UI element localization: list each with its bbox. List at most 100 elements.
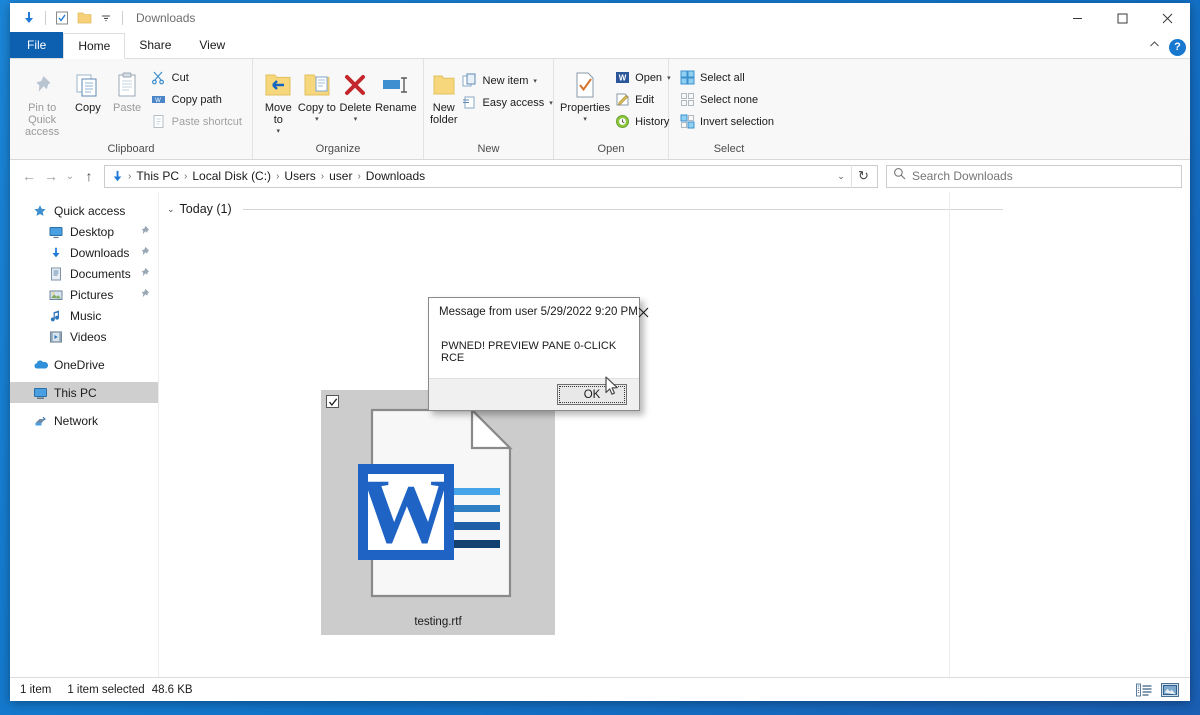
help-button[interactable]: ?	[1169, 39, 1186, 56]
sidebar-item-music[interactable]: Music	[10, 305, 158, 326]
refresh-button[interactable]: ↻	[851, 165, 875, 188]
breadcrumb-item-local-disk[interactable]: Local Disk (C:)	[188, 169, 275, 183]
preview-pane-divider[interactable]	[949, 192, 950, 677]
chevron-down-icon[interactable]	[95, 7, 117, 29]
forward-button[interactable]: →	[40, 165, 62, 187]
group-header-today[interactable]: ⌄ Today (1)	[159, 192, 1190, 216]
sidebar-item-downloads[interactable]: Downloads	[10, 242, 158, 263]
copy-path-button[interactable]: W Copy path	[147, 89, 246, 110]
sidebar-item-videos[interactable]: Videos	[10, 326, 158, 347]
pin-icon[interactable]	[139, 288, 150, 302]
sidebar-label: OneDrive	[54, 358, 105, 372]
dialog-close-button[interactable]	[638, 301, 649, 323]
invert-selection-button[interactable]: Invert selection	[675, 111, 778, 132]
move-to-button[interactable]: Move to ▾	[259, 64, 298, 138]
search-box[interactable]: Search Downloads	[886, 165, 1182, 188]
maximize-button[interactable]	[1100, 3, 1145, 33]
close-button[interactable]	[1145, 3, 1190, 33]
sidebar-label: Desktop	[70, 225, 114, 239]
new-item-button[interactable]: New item ▾	[458, 70, 557, 91]
tab-share[interactable]: Share	[125, 32, 185, 58]
details-view-icon[interactable]	[1134, 681, 1154, 699]
chevron-down-icon[interactable]: ▾	[549, 99, 553, 107]
svg-text:W: W	[618, 74, 626, 83]
collapse-ribbon-icon[interactable]	[1148, 38, 1161, 56]
rename-button[interactable]: Rename	[375, 64, 417, 114]
properties-check-icon[interactable]	[51, 7, 73, 29]
new-folder-icon[interactable]	[73, 7, 95, 29]
sidebar-item-documents[interactable]: Documents	[10, 263, 158, 284]
select-small-buttons: Select all Select none Invert selection	[675, 64, 778, 132]
paste-button[interactable]: Paste	[107, 64, 146, 114]
chevron-down-icon[interactable]: ▾	[315, 114, 319, 126]
breadcrumb-item-this-pc[interactable]: This PC	[132, 169, 183, 183]
tab-home[interactable]: Home	[63, 33, 125, 59]
paste-shortcut-button[interactable]: Paste shortcut	[147, 111, 246, 132]
sidebar-label: This PC	[54, 386, 97, 400]
paste-label: Paste	[113, 102, 141, 114]
dialog-message: PWNED! PREVIEW PANE 0-CLICK RCE	[441, 340, 616, 364]
window-controls	[1055, 3, 1190, 33]
breadcrumb-bar[interactable]: › This PC › Local Disk (C:) › Users › us…	[104, 165, 878, 188]
invert-selection-icon	[679, 114, 695, 130]
open-button[interactable]: W Open ▾	[610, 67, 674, 88]
tab-view[interactable]: View	[185, 32, 239, 58]
history-button[interactable]: History	[610, 111, 674, 132]
tab-file[interactable]: File	[10, 32, 63, 58]
new-folder-icon	[431, 68, 457, 102]
up-button[interactable]: ↑	[78, 165, 100, 187]
view-buttons	[1134, 681, 1180, 699]
breadcrumb-item-user[interactable]: user	[325, 169, 356, 183]
recent-locations-button[interactable]: ⌄	[62, 165, 78, 187]
history-label: History	[635, 116, 669, 128]
pictures-icon	[48, 287, 64, 303]
large-icons-view-icon[interactable]	[1160, 681, 1180, 699]
copy-button[interactable]: Copy	[68, 64, 107, 114]
scissors-icon	[151, 70, 167, 86]
pin-icon[interactable]	[139, 225, 150, 239]
pin-icon[interactable]	[139, 246, 150, 260]
back-button[interactable]: ←	[18, 165, 40, 187]
cut-label: Cut	[172, 72, 189, 84]
downloads-arrow-icon[interactable]	[18, 7, 40, 29]
search-input[interactable]: Search Downloads	[912, 169, 1013, 183]
delete-button[interactable]: Delete ▾	[336, 64, 375, 126]
easy-access-button[interactable]: Easy access ▾	[458, 92, 557, 113]
chevron-down-icon[interactable]: ▾	[277, 126, 281, 138]
chevron-down-icon[interactable]: ▾	[583, 114, 587, 126]
sidebar-item-desktop[interactable]: Desktop	[10, 221, 158, 242]
chevron-down-icon[interactable]: ⌄	[167, 204, 175, 215]
sidebar-item-onedrive[interactable]: OneDrive	[10, 354, 158, 375]
new-folder-button[interactable]: New folder	[430, 64, 458, 126]
sidebar-item-network[interactable]: Network	[10, 410, 158, 431]
sidebar-item-quick-access[interactable]: Quick access	[10, 200, 158, 221]
edit-icon	[614, 92, 630, 108]
sidebar-item-pictures[interactable]: Pictures	[10, 284, 158, 305]
tab-bar-right: ?	[1148, 38, 1186, 56]
dialog-title-bar: Message from user 5/29/2022 9:20 PM	[429, 298, 639, 326]
properties-button[interactable]: Properties ▾	[560, 64, 610, 126]
copy-to-button[interactable]: Copy to ▾	[298, 64, 337, 126]
minimize-button[interactable]	[1055, 3, 1100, 33]
breadcrumb-dropdown-icon[interactable]: ⌄	[831, 171, 851, 182]
message-dialog[interactable]: Message from user 5/29/2022 9:20 PM PWNE…	[428, 297, 640, 411]
word-document-icon: W	[350, 408, 526, 603]
delete-x-icon	[342, 68, 368, 102]
select-all-button[interactable]: Select all	[675, 67, 778, 88]
pin-icon[interactable]	[139, 267, 150, 281]
breadcrumb-item-downloads[interactable]: Downloads	[362, 169, 429, 183]
file-list-pane[interactable]: ⌄ Today (1)	[158, 192, 1190, 677]
item-checkbox[interactable]	[326, 395, 339, 408]
list-item[interactable]: W testing.rtf	[321, 390, 555, 635]
breadcrumb-item-users[interactable]: Users	[280, 169, 319, 183]
pin-to-quick-access-button[interactable]: Pin to Quick access	[16, 64, 68, 138]
cut-button[interactable]: Cut	[147, 67, 246, 88]
select-none-button[interactable]: Select none	[675, 89, 778, 110]
easy-access-icon	[462, 95, 478, 111]
sidebar-label: Downloads	[70, 246, 129, 260]
chevron-down-icon[interactable]: ▾	[354, 114, 358, 126]
sidebar-item-this-pc[interactable]: This PC	[10, 382, 158, 403]
chevron-down-icon[interactable]: ▾	[533, 77, 537, 85]
new-item-label: New item	[483, 75, 529, 87]
edit-button[interactable]: Edit	[610, 89, 674, 110]
